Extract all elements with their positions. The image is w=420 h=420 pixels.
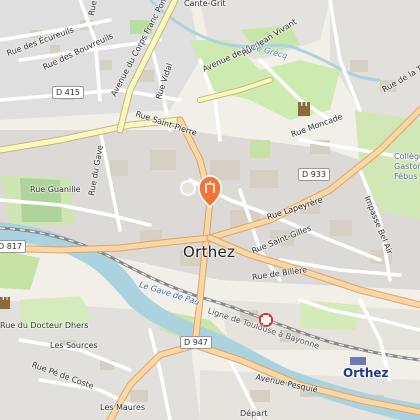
map-canvas (0, 0, 420, 420)
map-view[interactable]: Cante-Grit Rue des Écureuils Rue des Bou… (0, 0, 420, 420)
road-shield-d933: D 933 (298, 168, 330, 181)
castle-icon (298, 102, 310, 116)
road-shield-d817: D 817 (0, 240, 26, 253)
train-station-icon (350, 357, 366, 365)
road-shield-d947: D 947 (180, 336, 212, 349)
medical-cross-icon (259, 313, 273, 327)
road-shield-d415: D 415 (52, 86, 84, 99)
castle-icon-west (0, 297, 10, 309)
